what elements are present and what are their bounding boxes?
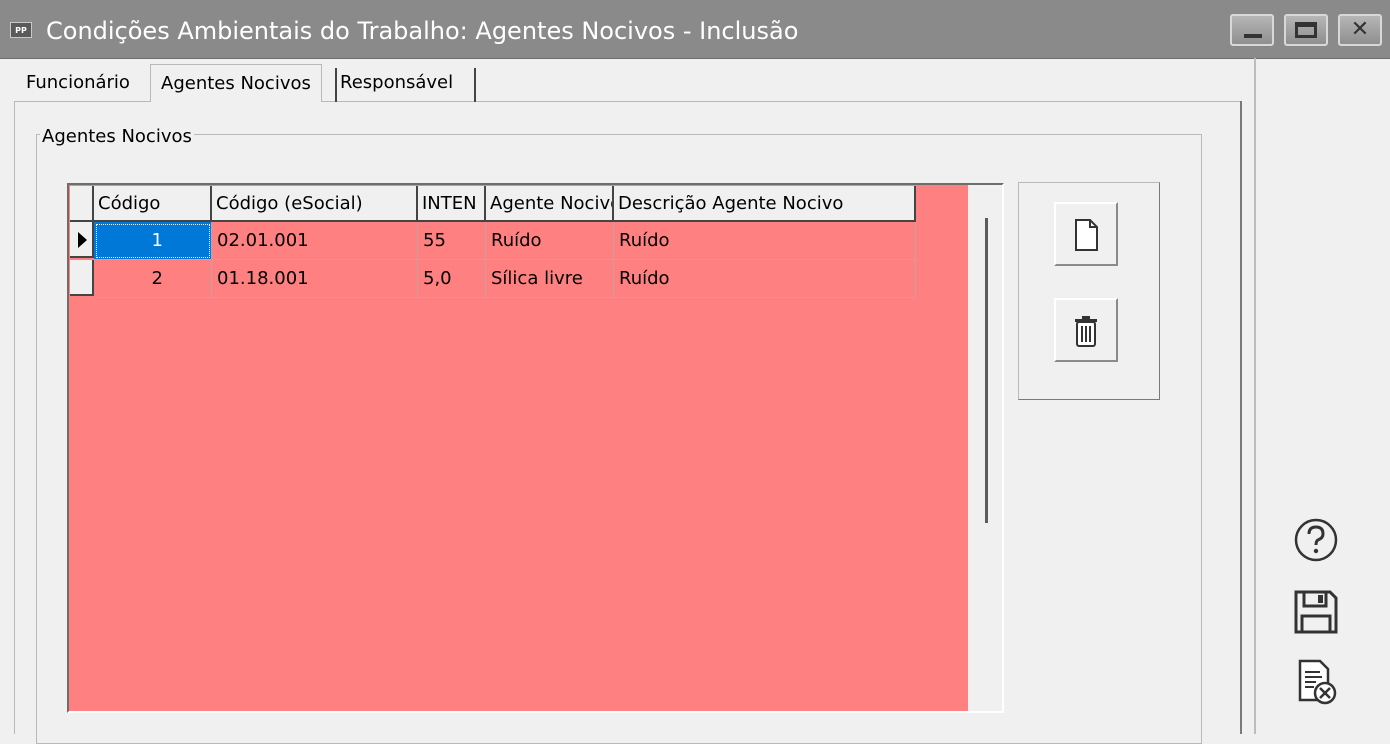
column-header-descricao[interactable]: Descrição Agente Nocivo: [614, 186, 916, 222]
row-indicator[interactable]: [70, 222, 94, 258]
groupbox-title: Agentes Nocivos: [40, 126, 194, 147]
column-header-agente-nocivo[interactable]: Agente Nocivo: [486, 186, 614, 222]
grid-cell-descricao[interactable]: Ruído: [614, 222, 916, 260]
column-header-intensidade[interactable]: INTEN: [418, 186, 486, 222]
window-title: Condições Ambientais do Trabalho: Agente…: [46, 17, 799, 45]
minimize-button[interactable]: [1230, 14, 1274, 46]
grid-cell-agente[interactable]: Sílica livre: [486, 260, 614, 298]
tab-separator: [474, 68, 476, 102]
tab-page-border: [14, 101, 15, 734]
delete-record-button[interactable]: [1054, 298, 1118, 362]
grid-cell-codigo-esocial[interactable]: 02.01.001: [212, 222, 418, 260]
grid-cell-agente[interactable]: Ruído: [486, 222, 614, 260]
tab-separator: [335, 68, 337, 102]
tab-agentes-nocivos[interactable]: Agentes Nocivos: [150, 64, 322, 102]
tab-responsavel[interactable]: Responsável: [340, 72, 453, 93]
grid-cell-intensidade[interactable]: 5,0: [418, 260, 486, 298]
tab-page-border: [1240, 101, 1242, 734]
trash-icon: [1075, 316, 1097, 347]
maximize-icon: [1295, 22, 1317, 38]
grid-header-indicator: [70, 186, 94, 222]
new-record-button[interactable]: [1054, 202, 1118, 266]
grid-cell-codigo[interactable]: 1: [94, 222, 212, 260]
minimize-icon: [1244, 34, 1262, 38]
cancel-document-icon[interactable]: [1292, 658, 1340, 706]
close-icon: ✕: [1350, 17, 1370, 42]
current-row-arrow-icon: [78, 232, 87, 248]
row-indicator[interactable]: [70, 260, 94, 296]
grid-scrollbar[interactable]: [985, 218, 988, 523]
save-icon[interactable]: [1292, 588, 1340, 636]
new-document-icon: [1075, 219, 1098, 251]
column-header-codigo[interactable]: Código: [94, 186, 212, 222]
grid-cell-codigo[interactable]: 2: [94, 260, 212, 298]
maximize-button[interactable]: [1284, 14, 1328, 46]
title-bar: PP Condições Ambientais do Trabalho: Age…: [0, 0, 1390, 59]
close-button[interactable]: ✕: [1338, 14, 1382, 46]
help-icon[interactable]: [1292, 516, 1340, 564]
app-icon: PP: [10, 22, 32, 38]
grid-cell-codigo-esocial[interactable]: 01.18.001: [212, 260, 418, 298]
grid-cell-descricao[interactable]: Ruído: [614, 260, 916, 298]
tab-funcionario[interactable]: Funcionário: [26, 72, 130, 93]
grid-cell-intensidade[interactable]: 55: [418, 222, 486, 260]
side-panel-divider: [1254, 58, 1256, 734]
column-header-codigo-esocial[interactable]: Código (eSocial): [212, 186, 418, 222]
